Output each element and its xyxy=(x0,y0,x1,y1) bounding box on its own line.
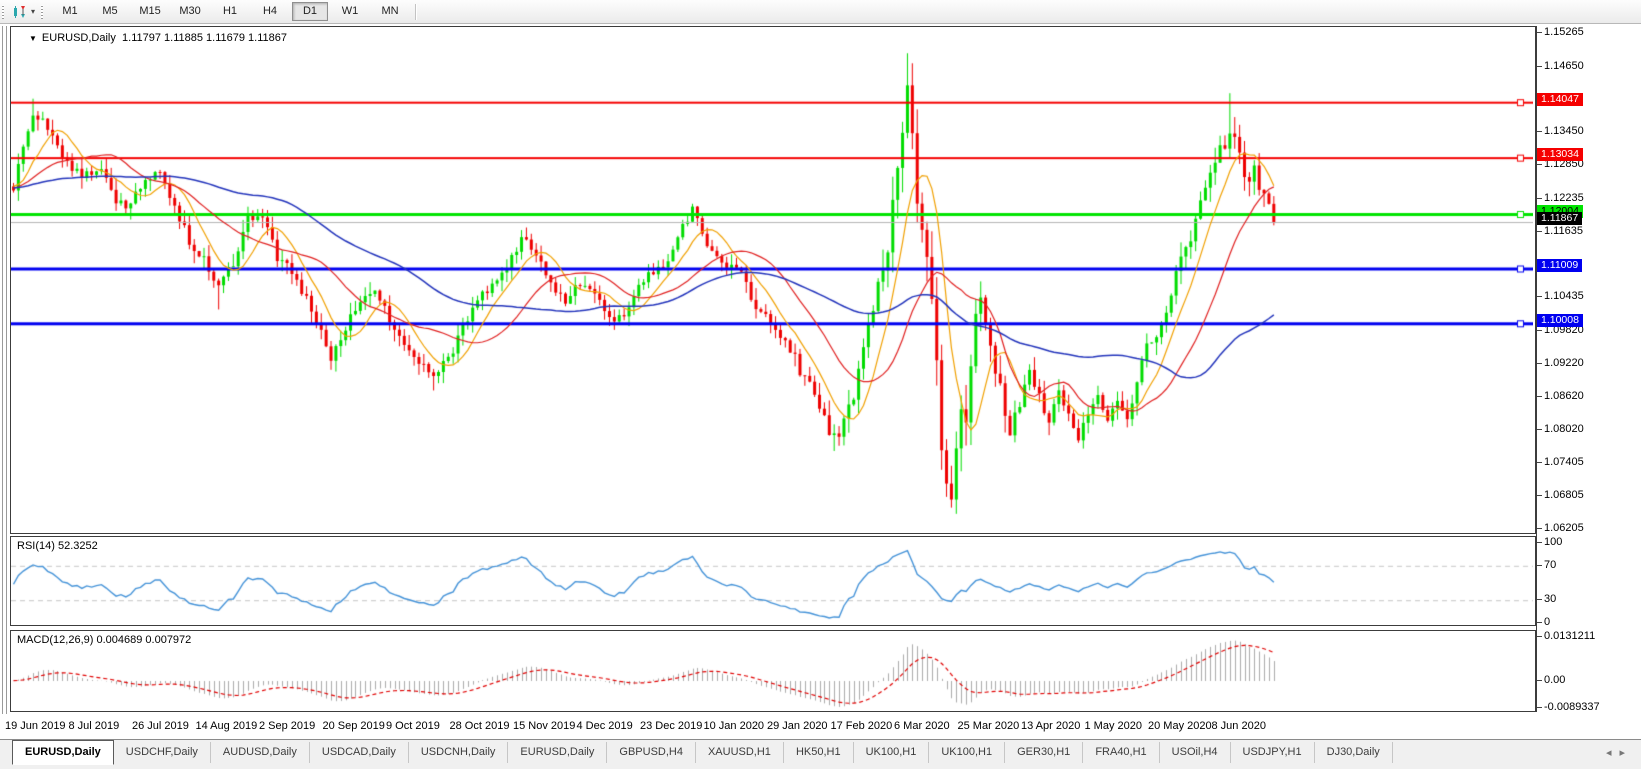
chart-tab-xauusd-h1[interactable]: XAUUSD,H1 xyxy=(696,742,784,763)
chart-tab-usdcad-daily[interactable]: USDCAD,Daily xyxy=(310,742,409,763)
date-label: 1 May 2020 xyxy=(1084,720,1142,732)
timeframe-button-m15[interactable]: M15 xyxy=(132,2,168,21)
macd-canvas[interactable] xyxy=(11,631,1533,709)
chart-tab-bar: EURUSD,Daily USDCHF,Daily AUDUSD,Daily USDC… xyxy=(0,739,1641,769)
date-label: 29 Jan 2020 xyxy=(767,720,828,732)
chart-tab-usdjpy-h1[interactable]: USDJPY,H1 xyxy=(1231,742,1315,763)
date-label: 14 Aug 2019 xyxy=(195,720,258,732)
date-label: 19 Jun 2019 xyxy=(5,720,66,732)
price-tick: 1.15265 xyxy=(1537,26,1584,38)
price-axis[interactable]: 1.15265 1.14650 1.13450 1.12850 1.12235 1.116… xyxy=(1536,26,1641,713)
chart-tab-dj30-daily[interactable]: DJ30,Daily xyxy=(1315,742,1393,763)
price-tick: 1.08020 xyxy=(1537,422,1584,435)
chart-tab-ger30-h1[interactable]: GER30,H1 xyxy=(1005,742,1084,763)
date-label: 6 Mar 2020 xyxy=(894,720,950,732)
rsi-tick: 100 xyxy=(1536,536,1563,548)
date-label: 13 Apr 2020 xyxy=(1021,720,1081,732)
price-line-badge: 1.11867 xyxy=(1537,212,1583,226)
date-label: 8 Jul 2019 xyxy=(68,720,120,732)
date-label: 17 Feb 2020 xyxy=(830,720,893,732)
price-tick: 1.06805 xyxy=(1537,489,1584,502)
price-line-badge: 1.11009 xyxy=(1537,259,1583,272)
date-label: 2 Sep 2019 xyxy=(259,720,316,732)
price-tick: 1.09220 xyxy=(1537,356,1584,369)
chevron-down-icon[interactable]: ▾ xyxy=(31,7,35,16)
price-tick: 1.12235 xyxy=(1537,191,1584,204)
timeframe-button-h1[interactable]: H1 xyxy=(212,2,248,21)
chart-tab-fra40-h1[interactable]: FRA40,H1 xyxy=(1083,742,1160,763)
timeframe-button-d1[interactable]: D1 xyxy=(292,2,329,21)
rsi-tick: 30 xyxy=(1536,593,1557,606)
macd-tick: 0.0131211 xyxy=(1536,630,1596,642)
timeframe-button-m30[interactable]: M30 xyxy=(172,2,208,21)
date-label: 9 Oct 2019 xyxy=(386,720,440,732)
tab-scroll-right-icon[interactable]: ▸ xyxy=(1619,747,1633,759)
price-tick: 1.06205 xyxy=(1537,522,1584,534)
chart-tab-usdchf-daily[interactable]: USDCHF,Daily xyxy=(114,742,211,763)
tab-scroll-arrows[interactable]: ◂▸ xyxy=(1606,746,1633,759)
date-label: 8 Jun 2020 xyxy=(1211,720,1266,732)
date-label: 15 Nov 2019 xyxy=(513,720,576,732)
chart-tab-uk100-h1[interactable]: UK100,H1 xyxy=(854,742,930,763)
chart-tab-eurusd-daily[interactable]: EURUSD,Daily xyxy=(12,740,114,765)
date-label: 20 Sep 2019 xyxy=(322,720,385,732)
window-left-border-inner xyxy=(6,26,7,716)
price-tick: 1.10435 xyxy=(1537,290,1584,303)
date-label: 28 Oct 2019 xyxy=(449,720,510,732)
toolbar-divider xyxy=(415,3,418,20)
chart-period-icon[interactable] xyxy=(12,4,30,20)
macd-label: MACD(12,26,9) 0.004689 0.007972 xyxy=(17,634,192,646)
chart-tab-usdcnh-daily[interactable]: USDCNH,Daily xyxy=(409,742,509,763)
price-tick: 1.14650 xyxy=(1537,59,1584,72)
chart-window: ▼ EURUSD,Daily 1.11797 1.11885 1.11679 1.… xyxy=(0,24,1641,739)
time-axis[interactable]: 19 Jun 2019 8 Jul 2019 26 Jul 2019 14 Aug 2… xyxy=(0,714,1641,739)
price-tick: 1.11635 xyxy=(1537,224,1583,237)
price-tick: 1.08620 xyxy=(1537,389,1584,402)
date-label: 25 Mar 2020 xyxy=(957,720,1020,732)
timeframe-button-m1[interactable]: M1 xyxy=(52,2,88,21)
timeframe-button-group: M1 M5 M15 M30 H1 H4 D1 W1 MN xyxy=(50,2,410,21)
chart-tab-hk50-h1[interactable]: HK50,H1 xyxy=(784,742,854,763)
price-tick: 1.07405 xyxy=(1537,456,1584,469)
date-label: 10 Jan 2020 xyxy=(703,720,765,732)
date-label: 4 Dec 2019 xyxy=(576,720,633,732)
date-label: 20 May 2020 xyxy=(1148,720,1212,732)
chart-tab-uk100-h1[interactable]: UK100,H1 xyxy=(929,742,1006,763)
rsi-canvas[interactable] xyxy=(11,537,1533,623)
rsi-label: RSI(14) 52.3252 xyxy=(17,540,98,552)
symbol-dropdown-icon[interactable]: ▼ xyxy=(29,34,37,43)
window-left-border xyxy=(2,26,3,716)
rsi-indicator-pane[interactable]: RSI(14) 52.3252 xyxy=(10,536,1536,626)
price-line-badge: 1.13034 xyxy=(1537,148,1583,162)
rsi-tick: 0 xyxy=(1536,616,1551,628)
chart-tab-usoil-h4[interactable]: USOil,H4 xyxy=(1160,742,1231,763)
toolbar-grip[interactable] xyxy=(2,4,7,19)
toolbar-separator-grip xyxy=(41,4,47,19)
chart-tab-eurusd-daily[interactable]: EURUSD,Daily xyxy=(508,742,608,763)
chart-tab-audusd-daily[interactable]: AUDUSD,Daily xyxy=(211,742,310,763)
date-label: 26 Jul 2019 xyxy=(132,720,189,732)
chart-title[interactable]: ▼ EURUSD,Daily 1.11797 1.11885 1.11679 1.… xyxy=(29,32,287,44)
timeframe-button-w1[interactable]: W1 xyxy=(332,2,368,21)
timeframe-button-h4[interactable]: H4 xyxy=(252,2,288,21)
macd-indicator-pane[interactable]: MACD(12,26,9) 0.004689 0.007972 xyxy=(10,630,1536,712)
candlestick-canvas[interactable] xyxy=(11,27,1533,531)
timeframe-button-m5[interactable]: M5 xyxy=(92,2,128,21)
macd-tick: 0.00 xyxy=(1536,674,1566,686)
top-toolbar: ▾ M1 M5 M15 M30 H1 H4 D1 W1 MN xyxy=(0,0,1641,24)
chart-title-ohlc: 1.11797 1.11885 1.11679 1.11867 xyxy=(122,32,287,44)
date-label: 23 Dec 2019 xyxy=(640,720,703,732)
tab-scroll-left-icon[interactable]: ◂ xyxy=(1606,747,1620,759)
rsi-tick: 70 xyxy=(1536,558,1557,571)
price-line-badge: 1.10008 xyxy=(1537,313,1583,327)
price-tick: 1.13450 xyxy=(1537,125,1584,138)
price-line-badge: 1.14047 xyxy=(1537,92,1583,106)
chart-title-symbol: EURUSD,Daily xyxy=(41,32,116,44)
chart-tab-gbpusd-h4[interactable]: GBPUSD,H4 xyxy=(607,742,696,763)
price-chart-pane[interactable]: ▼ EURUSD,Daily 1.11797 1.11885 1.11679 1.… xyxy=(10,26,1536,534)
macd-tick: -0.0089337 xyxy=(1537,701,1600,713)
timeframe-button-mn[interactable]: MN xyxy=(372,2,408,21)
